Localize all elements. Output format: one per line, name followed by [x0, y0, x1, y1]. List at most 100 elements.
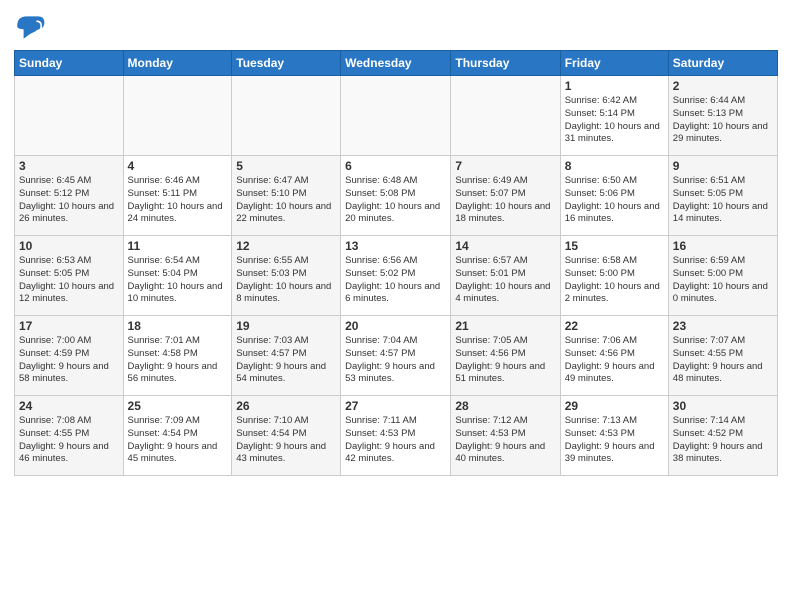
day-info: Sunrise: 7:08 AMSunset: 4:55 PMDaylight:…	[19, 415, 119, 466]
weekday-header-saturday: Saturday	[668, 51, 777, 76]
logo	[14, 10, 50, 42]
day-info: Sunrise: 6:51 AMSunset: 5:05 PMDaylight:…	[673, 175, 773, 226]
day-number: 23	[673, 319, 773, 333]
day-info: Sunrise: 7:12 AMSunset: 4:53 PMDaylight:…	[455, 415, 555, 466]
day-info: Sunrise: 7:04 AMSunset: 4:57 PMDaylight:…	[345, 335, 446, 386]
day-info: Sunrise: 7:00 AMSunset: 4:59 PMDaylight:…	[19, 335, 119, 386]
day-number: 14	[455, 239, 555, 253]
day-number: 19	[236, 319, 336, 333]
calendar-cell-5-6: 29 Sunrise: 7:13 AMSunset: 4:53 PMDayligh…	[560, 396, 668, 476]
day-info: Sunrise: 7:01 AMSunset: 4:58 PMDaylight:…	[128, 335, 228, 386]
day-info: Sunrise: 6:55 AMSunset: 5:03 PMDaylight:…	[236, 255, 336, 306]
day-number: 24	[19, 399, 119, 413]
calendar-cell-1-1	[15, 76, 124, 156]
day-number: 1	[565, 79, 664, 93]
calendar-cell-4-4: 20 Sunrise: 7:04 AMSunset: 4:57 PMDayligh…	[341, 316, 451, 396]
weekday-header-tuesday: Tuesday	[232, 51, 341, 76]
calendar-cell-1-7: 2Sunrise: 6:44 AMSunset: 5:13 PMDaylight…	[668, 76, 777, 156]
calendar-cell-5-1: 24 Sunrise: 7:08 AMSunset: 4:55 PMDayligh…	[15, 396, 124, 476]
calendar-cell-4-1: 17 Sunrise: 7:00 AMSunset: 4:59 PMDayligh…	[15, 316, 124, 396]
day-number: 17	[19, 319, 119, 333]
day-info: Sunrise: 6:54 AMSunset: 5:04 PMDaylight:…	[128, 255, 228, 306]
calendar-cell-5-5: 28 Sunrise: 7:12 AMSunset: 4:53 PMDayligh…	[451, 396, 560, 476]
day-info: Sunrise: 6:58 AMSunset: 5:00 PMDaylight:…	[565, 255, 664, 306]
day-info: Sunrise: 6:47 AMSunset: 5:10 PMDaylight:…	[236, 175, 336, 226]
page: SundayMondayTuesdayWednesdayThursdayFrid…	[0, 0, 792, 612]
day-info: Sunrise: 6:59 AMSunset: 5:00 PMDaylight:…	[673, 255, 773, 306]
calendar-week-1: 1 Sunrise: 6:42 AMSunset: 5:14 PMDaylight…	[15, 76, 778, 156]
weekday-header-row: SundayMondayTuesdayWednesdayThursdayFrid…	[15, 51, 778, 76]
calendar-week-5: 24 Sunrise: 7:08 AMSunset: 4:55 PMDayligh…	[15, 396, 778, 476]
day-number: 15	[565, 239, 664, 253]
day-number: 11	[128, 239, 228, 253]
day-number: 13	[345, 239, 446, 253]
day-info: Sunrise: 7:10 AMSunset: 4:54 PMDaylight:…	[236, 415, 336, 466]
calendar-cell-2-7: 9 Sunrise: 6:51 AMSunset: 5:05 PMDaylight…	[668, 156, 777, 236]
calendar-week-2: 3Sunrise: 6:45 AMSunset: 5:12 PMDaylight…	[15, 156, 778, 236]
day-number: 3	[19, 159, 119, 173]
calendar-cell-5-4: 27 Sunrise: 7:11 AMSunset: 4:53 PMDayligh…	[341, 396, 451, 476]
day-number: 20	[345, 319, 446, 333]
calendar-week-3: 10Sunrise: 6:53 AMSunset: 5:05 PMDayligh…	[15, 236, 778, 316]
weekday-header-thursday: Thursday	[451, 51, 560, 76]
calendar-cell-1-2	[123, 76, 232, 156]
day-info: Sunrise: 7:05 AMSunset: 4:56 PMDaylight:…	[455, 335, 555, 386]
weekday-header-friday: Friday	[560, 51, 668, 76]
calendar-cell-2-2: 4Sunrise: 6:46 AMSunset: 5:11 PMDaylight…	[123, 156, 232, 236]
calendar-cell-3-3: 12 Sunrise: 6:55 AMSunset: 5:03 PMDayligh…	[232, 236, 341, 316]
calendar-cell-2-6: 8 Sunrise: 6:50 AMSunset: 5:06 PMDaylight…	[560, 156, 668, 236]
calendar-cell-2-4: 6Sunrise: 6:48 AMSunset: 5:08 PMDaylight…	[341, 156, 451, 236]
weekday-header-wednesday: Wednesday	[341, 51, 451, 76]
day-info: Sunrise: 6:44 AMSunset: 5:13 PMDaylight:…	[673, 95, 773, 146]
day-number: 29	[565, 399, 664, 413]
day-number: 18	[128, 319, 228, 333]
day-number: 12	[236, 239, 336, 253]
day-number: 22	[565, 319, 664, 333]
calendar-cell-5-3: 26 Sunrise: 7:10 AMSunset: 4:54 PMDayligh…	[232, 396, 341, 476]
day-info: Sunrise: 6:49 AMSunset: 5:07 PMDaylight:…	[455, 175, 555, 226]
calendar-cell-5-7: 30Sunrise: 7:14 AMSunset: 4:52 PMDayligh…	[668, 396, 777, 476]
day-number: 9	[673, 159, 773, 173]
calendar-cell-1-5	[451, 76, 560, 156]
day-info: Sunrise: 6:53 AMSunset: 5:05 PMDaylight:…	[19, 255, 119, 306]
weekday-header-sunday: Sunday	[15, 51, 124, 76]
header	[14, 10, 778, 42]
day-number: 26	[236, 399, 336, 413]
day-info: Sunrise: 6:46 AMSunset: 5:11 PMDaylight:…	[128, 175, 228, 226]
day-number: 8	[565, 159, 664, 173]
calendar-cell-4-7: 23 Sunrise: 7:07 AMSunset: 4:55 PMDayligh…	[668, 316, 777, 396]
calendar-cell-2-5: 7 Sunrise: 6:49 AMSunset: 5:07 PMDaylight…	[451, 156, 560, 236]
day-info: Sunrise: 6:56 AMSunset: 5:02 PMDaylight:…	[345, 255, 446, 306]
day-info: Sunrise: 6:50 AMSunset: 5:06 PMDaylight:…	[565, 175, 664, 226]
day-info: Sunrise: 7:09 AMSunset: 4:54 PMDaylight:…	[128, 415, 228, 466]
calendar-cell-4-3: 19Sunrise: 7:03 AMSunset: 4:57 PMDayligh…	[232, 316, 341, 396]
day-info: Sunrise: 7:11 AMSunset: 4:53 PMDaylight:…	[345, 415, 446, 466]
logo-icon	[14, 10, 46, 42]
day-info: Sunrise: 7:07 AMSunset: 4:55 PMDaylight:…	[673, 335, 773, 386]
day-number: 27	[345, 399, 446, 413]
day-number: 16	[673, 239, 773, 253]
calendar-header: SundayMondayTuesdayWednesdayThursdayFrid…	[15, 51, 778, 76]
calendar-week-4: 17 Sunrise: 7:00 AMSunset: 4:59 PMDayligh…	[15, 316, 778, 396]
calendar-cell-3-2: 11 Sunrise: 6:54 AMSunset: 5:04 PMDayligh…	[123, 236, 232, 316]
day-number: 7	[455, 159, 555, 173]
calendar-cell-1-4	[341, 76, 451, 156]
calendar-cell-4-2: 18 Sunrise: 7:01 AMSunset: 4:58 PMDayligh…	[123, 316, 232, 396]
calendar-cell-1-6: 1 Sunrise: 6:42 AMSunset: 5:14 PMDaylight…	[560, 76, 668, 156]
calendar-cell-2-3: 5Sunrise: 6:47 AMSunset: 5:10 PMDaylight…	[232, 156, 341, 236]
day-number: 28	[455, 399, 555, 413]
day-info: Sunrise: 6:57 AMSunset: 5:01 PMDaylight:…	[455, 255, 555, 306]
calendar-cell-5-2: 25 Sunrise: 7:09 AMSunset: 4:54 PMDayligh…	[123, 396, 232, 476]
calendar-cell-2-1: 3Sunrise: 6:45 AMSunset: 5:12 PMDaylight…	[15, 156, 124, 236]
calendar-cell-4-5: 21Sunrise: 7:05 AMSunset: 4:56 PMDayligh…	[451, 316, 560, 396]
day-info: Sunrise: 6:42 AMSunset: 5:14 PMDaylight:…	[565, 95, 664, 146]
day-info: Sunrise: 7:14 AMSunset: 4:52 PMDaylight:…	[673, 415, 773, 466]
calendar-table: SundayMondayTuesdayWednesdayThursdayFrid…	[14, 50, 778, 476]
day-number: 6	[345, 159, 446, 173]
day-number: 25	[128, 399, 228, 413]
calendar-cell-3-1: 10Sunrise: 6:53 AMSunset: 5:05 PMDayligh…	[15, 236, 124, 316]
calendar-cell-3-7: 16 Sunrise: 6:59 AMSunset: 5:00 PMDayligh…	[668, 236, 777, 316]
calendar-cell-3-5: 14 Sunrise: 6:57 AMSunset: 5:01 PMDayligh…	[451, 236, 560, 316]
calendar-cell-3-4: 13 Sunrise: 6:56 AMSunset: 5:02 PMDayligh…	[341, 236, 451, 316]
day-info: Sunrise: 7:13 AMSunset: 4:53 PMDaylight:…	[565, 415, 664, 466]
